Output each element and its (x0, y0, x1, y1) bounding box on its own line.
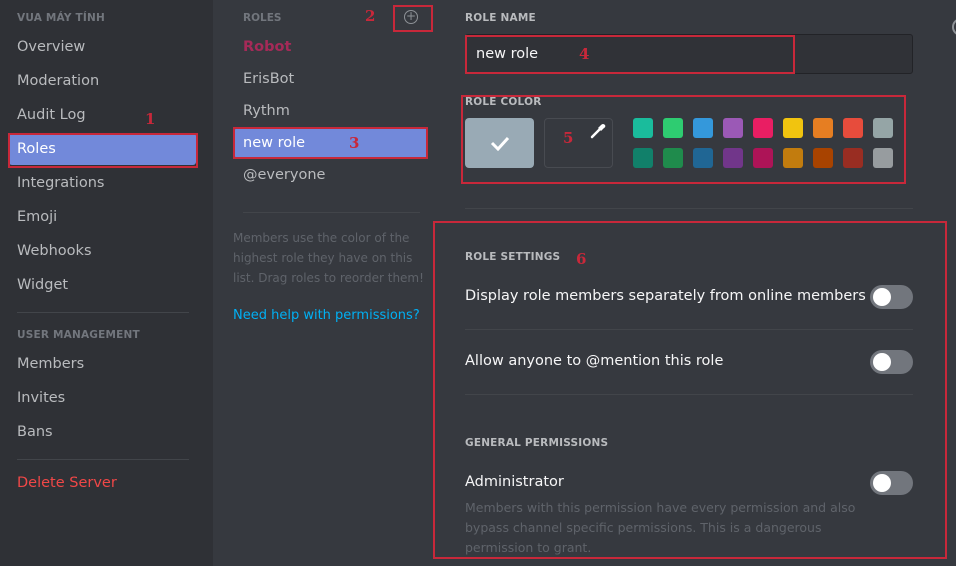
sidebar-item-integrations[interactable]: Integrations (9, 167, 196, 199)
sidebar-divider (17, 459, 189, 460)
annotation-box-6 (433, 221, 947, 559)
role-item-everyone[interactable]: @everyone (235, 159, 428, 191)
annotation-box-5 (461, 95, 906, 184)
roles-header: ROLES (243, 12, 282, 24)
annotation-number-6: 6 (576, 250, 587, 268)
sidebar-item-invites[interactable]: Invites (9, 382, 196, 414)
sidebar-item-overview[interactable]: Overview (9, 31, 196, 63)
roles-divider (243, 212, 420, 213)
sidebar-item-audit-log[interactable]: Audit Log (9, 99, 196, 131)
annotation-number-1: 1 (145, 110, 156, 128)
sidebar-item-moderation[interactable]: Moderation (9, 65, 196, 97)
roles-help-text: Members use the color of the highest rol… (233, 231, 424, 285)
section-divider (465, 208, 913, 209)
sidebar-item-widget[interactable]: Widget (9, 269, 196, 301)
sidebar-item-members[interactable]: Members (9, 348, 196, 380)
role-item-erisbot[interactable]: ErisBot (235, 63, 428, 95)
sidebar-item-bans[interactable]: Bans (9, 416, 196, 448)
annotation-number-2: 2 (365, 7, 376, 25)
role-name-label: ROLE NAME (465, 12, 536, 24)
sidebar-item-emoji[interactable]: Emoji (9, 201, 196, 233)
annotation-box-1 (8, 133, 198, 168)
annotation-box-3 (233, 127, 428, 159)
user-management-header: USER MANAGEMENT (17, 329, 140, 341)
server-name-header: VUA MÁY TÍNH (17, 12, 105, 24)
annotation-number-3: 3 (349, 134, 360, 152)
roles-list-panel: ROLES + Robot ErisBot Rythm new role @ev… (213, 0, 445, 566)
role-item-robot[interactable]: Robot (235, 31, 428, 63)
settings-sidebar: VUA MÁY TÍNH Overview Moderation Audit L… (0, 0, 213, 566)
sidebar-divider (17, 312, 189, 313)
annotation-number-5: 5 (563, 129, 574, 147)
permissions-help-link[interactable]: Need help with permissions? (233, 308, 420, 323)
role-item-rythm[interactable]: Rythm (235, 95, 428, 127)
sidebar-item-webhooks[interactable]: Webhooks (9, 235, 196, 267)
annotation-box-4 (465, 35, 795, 74)
delete-server-button[interactable]: Delete Server (9, 467, 196, 499)
annotation-box-2 (393, 5, 433, 32)
annotation-number-4: 4 (579, 45, 590, 63)
